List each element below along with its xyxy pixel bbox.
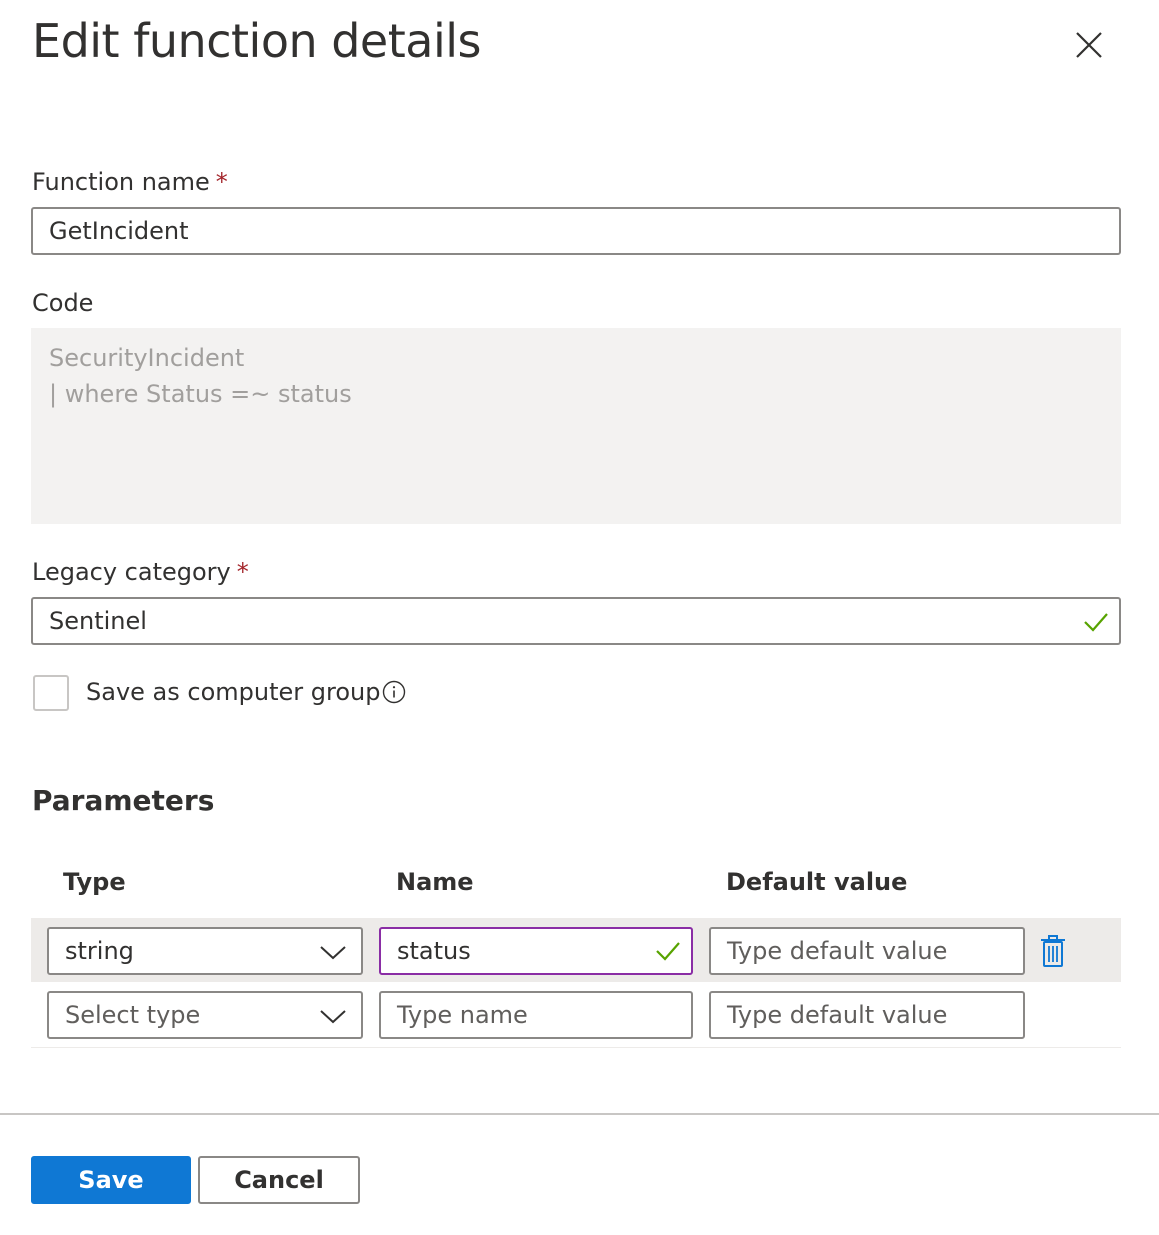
function-name-label-text: Function name: [32, 168, 210, 196]
type-dropdown[interactable]: string: [47, 927, 363, 975]
column-header-default-value: Default value: [726, 868, 908, 896]
type-value: string: [65, 937, 134, 965]
checkmark-icon: [1084, 613, 1108, 632]
footer-divider: [0, 1113, 1159, 1115]
default-value-placeholder: Type default value: [727, 1001, 948, 1029]
code-editor[interactable]: SecurityIncident | where Status =~ statu…: [31, 328, 1121, 524]
chevron-down-icon: [320, 1010, 346, 1024]
parameter-row: Select type Type name Type default value: [31, 982, 1121, 1048]
close-button[interactable]: [1068, 24, 1110, 66]
default-value-input[interactable]: Type default value: [709, 927, 1025, 975]
dialog-title: Edit function details: [32, 14, 481, 68]
save-as-computer-group-checkbox[interactable]: [33, 675, 69, 711]
name-placeholder: Type name: [397, 1001, 528, 1029]
default-value-input[interactable]: Type default value: [709, 991, 1025, 1039]
code-line-2: | where Status =~ status: [49, 380, 352, 408]
name-input[interactable]: Type name: [379, 991, 693, 1039]
legacy-category-input[interactable]: Sentinel: [31, 597, 1121, 645]
checkmark-icon: [656, 942, 680, 961]
column-header-name: Name: [396, 868, 474, 896]
required-mark: *: [236, 558, 249, 586]
save-button[interactable]: Save: [31, 1156, 191, 1204]
required-mark: *: [215, 168, 228, 196]
parameter-row: string status Type default value: [31, 918, 1121, 982]
info-icon[interactable]: [382, 680, 406, 704]
function-name-value: GetIncident: [49, 217, 189, 245]
legacy-category-label-text: Legacy category: [32, 558, 231, 586]
chevron-down-icon: [320, 946, 346, 960]
name-input[interactable]: status: [379, 927, 693, 975]
type-dropdown[interactable]: Select type: [47, 991, 363, 1039]
column-header-type: Type: [63, 868, 126, 896]
legacy-category-value: Sentinel: [49, 607, 147, 635]
legacy-category-label: Legacy category *: [32, 558, 249, 586]
close-icon: [1076, 32, 1102, 58]
function-name-label: Function name *: [32, 168, 228, 196]
cancel-button[interactable]: Cancel: [198, 1156, 360, 1204]
parameters-heading: Parameters: [32, 784, 215, 817]
function-name-input[interactable]: GetIncident: [31, 207, 1121, 255]
code-label: Code: [32, 289, 94, 317]
delete-icon[interactable]: [1039, 934, 1067, 968]
name-value: status: [397, 937, 471, 965]
code-line-1: SecurityIncident: [49, 344, 245, 372]
type-placeholder: Select type: [65, 1001, 201, 1029]
save-as-computer-group-label: Save as computer group: [86, 678, 381, 706]
default-value-placeholder: Type default value: [727, 937, 948, 965]
